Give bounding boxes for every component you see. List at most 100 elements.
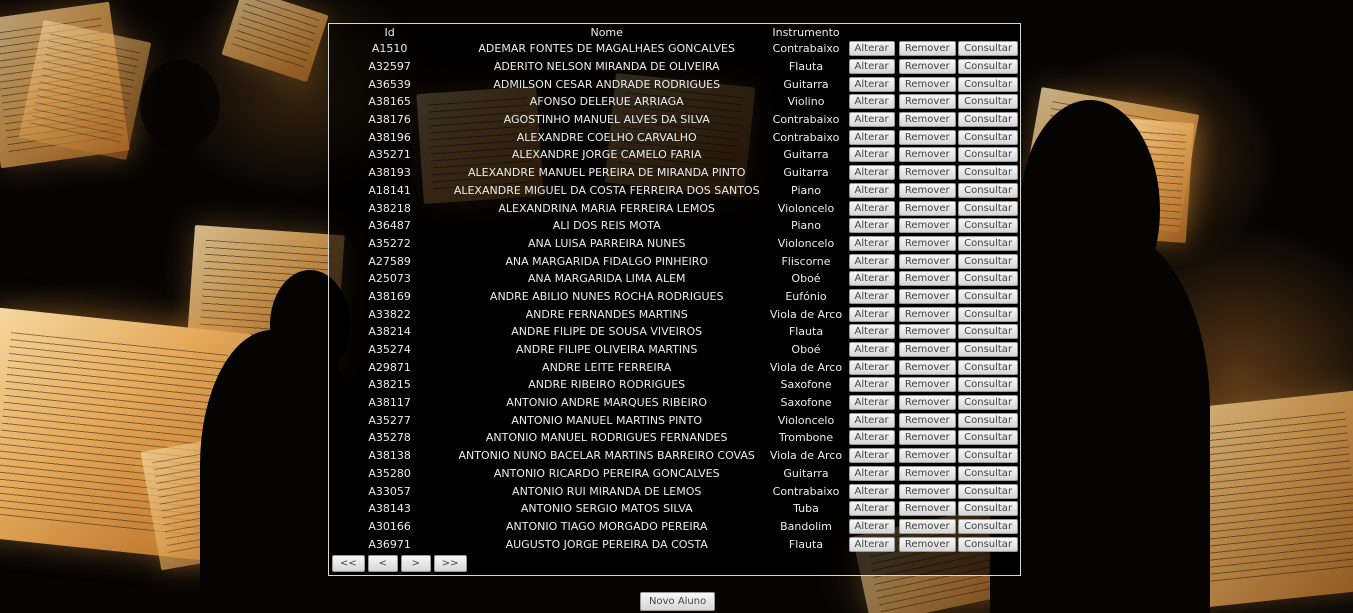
consultar-button[interactable]: Consultar	[958, 430, 1019, 446]
remover-button[interactable]: Remover	[898, 129, 956, 145]
alterar-button[interactable]: Alterar	[848, 448, 895, 464]
consultar-button[interactable]: Consultar	[958, 288, 1019, 304]
remover-button[interactable]: Remover	[898, 200, 956, 216]
remover-button[interactable]: Remover	[898, 536, 956, 552]
alterar-button[interactable]: Alterar	[848, 465, 895, 481]
remover-button[interactable]: Remover	[898, 253, 956, 269]
alterar-button[interactable]: Alterar	[848, 395, 895, 411]
alterar-button[interactable]: Alterar	[848, 112, 895, 128]
consultar-button[interactable]: Consultar	[958, 359, 1019, 375]
consultar-button[interactable]: Consultar	[958, 147, 1019, 163]
alterar-button[interactable]: Alterar	[848, 76, 895, 92]
remover-button[interactable]: Remover	[898, 147, 956, 163]
alterar-button[interactable]: Alterar	[848, 235, 895, 251]
consultar-button[interactable]: Consultar	[958, 412, 1019, 428]
alterar-button[interactable]: Alterar	[848, 412, 895, 428]
consultar-button[interactable]: Consultar	[958, 518, 1019, 534]
alterar-button[interactable]: Alterar	[848, 271, 895, 287]
consultar-button[interactable]: Consultar	[958, 483, 1019, 499]
alterar-button[interactable]: Alterar	[848, 377, 895, 393]
cell-action: Remover	[898, 518, 956, 536]
alterar-button[interactable]: Alterar	[848, 200, 895, 216]
alterar-button[interactable]: Alterar	[848, 518, 895, 534]
remover-button[interactable]: Remover	[898, 483, 956, 499]
remover-button[interactable]: Remover	[898, 94, 956, 110]
consultar-button[interactable]: Consultar	[958, 41, 1019, 57]
cell-action: Remover	[898, 199, 956, 217]
remover-button[interactable]: Remover	[898, 342, 956, 358]
alterar-button[interactable]: Alterar	[848, 483, 895, 499]
remover-button[interactable]: Remover	[898, 501, 956, 517]
cell-id: A35280	[368, 466, 411, 480]
alterar-button[interactable]: Alterar	[848, 253, 895, 269]
remover-button[interactable]: Remover	[898, 412, 956, 428]
consultar-button[interactable]: Consultar	[958, 235, 1019, 251]
consultar-button[interactable]: Consultar	[958, 218, 1019, 234]
consultar-button[interactable]: Consultar	[958, 324, 1019, 340]
remover-button[interactable]: Remover	[898, 395, 956, 411]
consultar-button[interactable]: Consultar	[958, 448, 1019, 464]
remover-button[interactable]: Remover	[898, 518, 956, 534]
remover-button[interactable]: Remover	[898, 235, 956, 251]
remover-button[interactable]: Remover	[898, 165, 956, 181]
consultar-button[interactable]: Consultar	[958, 200, 1019, 216]
alterar-button[interactable]: Alterar	[848, 324, 895, 340]
alterar-button[interactable]: Alterar	[848, 94, 895, 110]
consultar-button[interactable]: Consultar	[958, 465, 1019, 481]
alterar-button[interactable]: Alterar	[848, 359, 895, 375]
alterar-button[interactable]: Alterar	[848, 59, 895, 75]
remover-button[interactable]: Remover	[898, 112, 956, 128]
remover-button[interactable]: Remover	[898, 465, 956, 481]
consultar-button[interactable]: Consultar	[958, 94, 1019, 110]
consultar-button[interactable]: Consultar	[958, 306, 1019, 322]
table-row: A38193 ALEXANDRE MANUEL PEREIRA DE MIRAND…	[333, 164, 1020, 182]
consultar-button[interactable]: Consultar	[958, 59, 1019, 75]
table-row: A35272 ANA LUISA PARREIRA NUNES Violoncelo…	[333, 235, 1020, 253]
consultar-button[interactable]: Consultar	[958, 271, 1019, 287]
first-page-button[interactable]: <<	[332, 555, 365, 572]
novo-aluno-button[interactable]: Novo Aluno	[640, 592, 716, 611]
next-page-button[interactable]: >	[400, 555, 431, 572]
remover-button[interactable]: Remover	[898, 377, 956, 393]
remover-button[interactable]: Remover	[898, 76, 956, 92]
consultar-button[interactable]: Consultar	[958, 395, 1019, 411]
cell-action: Remover	[898, 411, 956, 429]
remover-button[interactable]: Remover	[898, 271, 956, 287]
consultar-button[interactable]: Consultar	[958, 129, 1019, 145]
alterar-button[interactable]: Alterar	[848, 501, 895, 517]
remover-button[interactable]: Remover	[898, 448, 956, 464]
alterar-button[interactable]: Alterar	[848, 342, 895, 358]
alterar-button[interactable]: Alterar	[848, 41, 895, 57]
alterar-button[interactable]: Alterar	[848, 430, 895, 446]
cell-instrumento: Contrabaixo	[772, 113, 840, 127]
alterar-button[interactable]: Alterar	[848, 147, 895, 163]
remover-button[interactable]: Remover	[898, 430, 956, 446]
consultar-button[interactable]: Consultar	[958, 112, 1019, 128]
remover-button[interactable]: Remover	[898, 288, 956, 304]
remover-button[interactable]: Remover	[898, 218, 956, 234]
alterar-button[interactable]: Alterar	[848, 306, 895, 322]
alterar-button[interactable]: Alterar	[848, 288, 895, 304]
consultar-button[interactable]: Consultar	[958, 501, 1019, 517]
remover-button[interactable]: Remover	[898, 359, 956, 375]
cell-instrumento: Contrabaixo	[772, 130, 840, 144]
consultar-button[interactable]: Consultar	[958, 377, 1019, 393]
consultar-button[interactable]: Consultar	[958, 165, 1019, 181]
alterar-button[interactable]: Alterar	[848, 218, 895, 234]
consultar-button[interactable]: Consultar	[958, 182, 1019, 198]
alterar-button[interactable]: Alterar	[848, 165, 895, 181]
alterar-button[interactable]: Alterar	[848, 536, 895, 552]
remover-button[interactable]: Remover	[898, 41, 956, 57]
remover-button[interactable]: Remover	[898, 306, 956, 322]
alterar-button[interactable]: Alterar	[848, 182, 895, 198]
remover-button[interactable]: Remover	[898, 59, 956, 75]
consultar-button[interactable]: Consultar	[958, 76, 1019, 92]
last-page-button[interactable]: >>	[433, 555, 467, 572]
consultar-button[interactable]: Consultar	[958, 253, 1019, 269]
consultar-button[interactable]: Consultar	[958, 536, 1019, 552]
alterar-button[interactable]: Alterar	[848, 129, 895, 145]
previous-page-button[interactable]: <	[367, 555, 398, 572]
remover-button[interactable]: Remover	[898, 324, 956, 340]
consultar-button[interactable]: Consultar	[958, 342, 1019, 358]
remover-button[interactable]: Remover	[898, 182, 956, 198]
